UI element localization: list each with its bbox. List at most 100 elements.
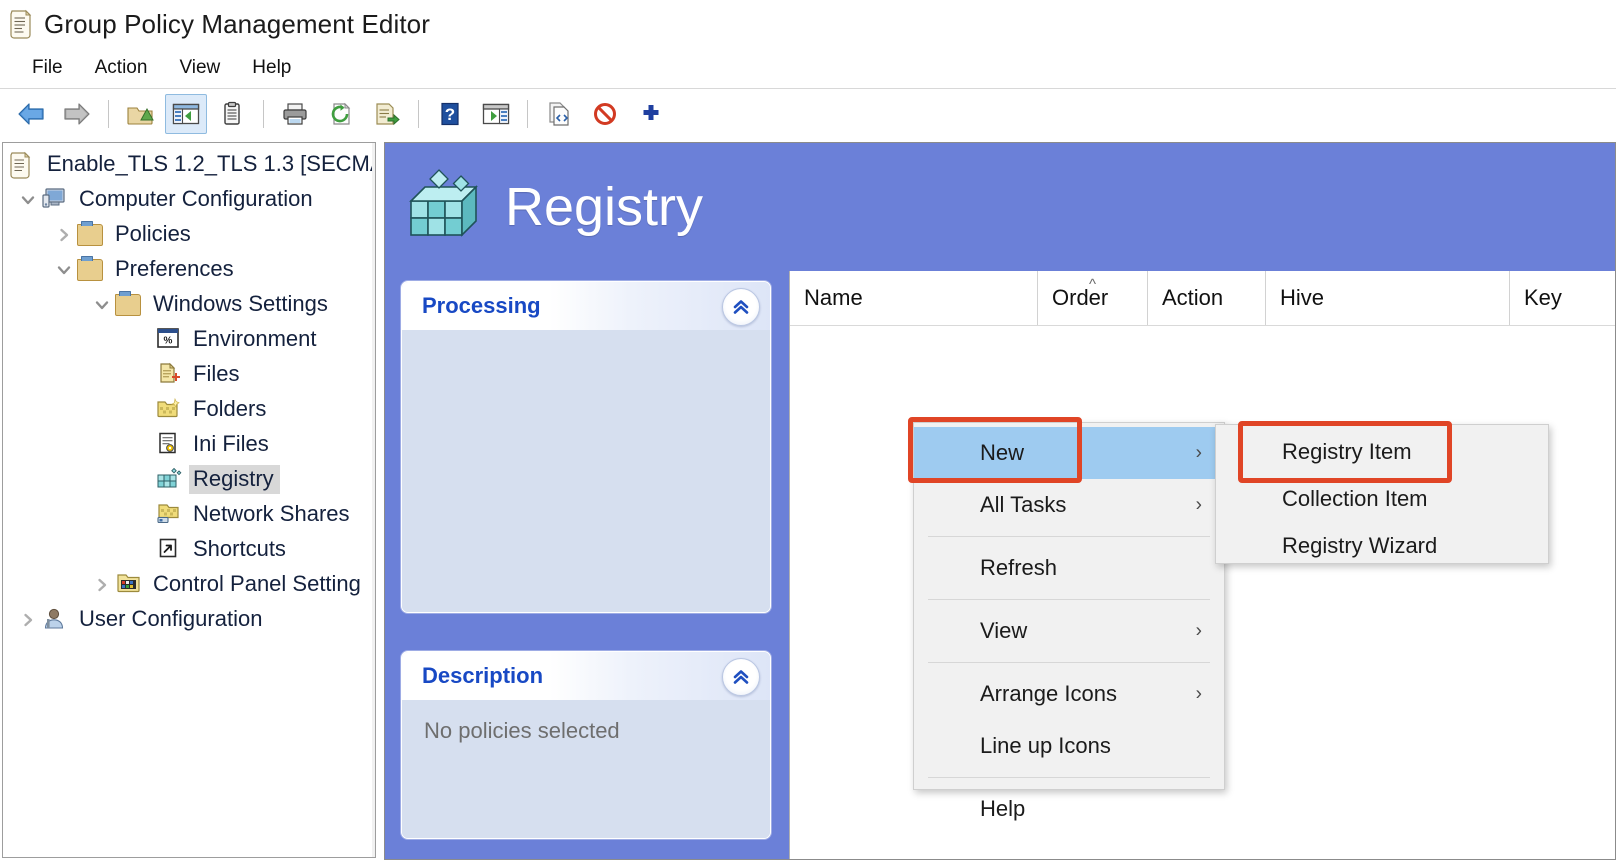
window-title: Group Policy Management Editor [44,8,430,39]
context-menu-item-label: View [980,618,1028,643]
description-panel: Description No policies selected [401,651,771,839]
context-menu-item-new[interactable]: New › [914,427,1224,479]
tree-node-network-shares[interactable]: Network Shares [3,497,375,532]
tree-node-ini-files[interactable]: Ini Files [3,427,375,462]
tree-node-computer-configuration[interactable]: Computer Configuration [3,182,375,217]
folder-icon [77,220,105,249]
add-plus-icon[interactable] [630,94,672,134]
back-arrow-icon[interactable] [10,94,52,134]
tree-node-user-configuration[interactable]: User Configuration [3,602,375,637]
tree-node-label: Network Shares [193,501,350,526]
tree-node-shortcuts[interactable]: Shortcuts [3,532,375,567]
svg-text:?: ? [445,105,455,124]
title-bar: Group Policy Management Editor [0,0,1616,48]
chevron-right-icon[interactable] [89,577,115,593]
toolbar-separator [263,99,264,128]
tree-node-preferences[interactable]: Preferences [3,252,375,287]
tree-node-label: Folders [193,396,267,421]
disable-prohibited-icon[interactable] [584,94,626,134]
column-header-key[interactable]: Key [1510,271,1590,325]
context-menu-item-label: New [980,440,1025,465]
user-icon [41,606,69,634]
context-menu-item-arrange-icons[interactable]: Arrange Icons › [914,668,1224,720]
folder-icon [77,255,105,284]
console-scroll-icon [8,9,34,39]
submenu-item-collection-item[interactable]: Collection Item [1216,475,1548,522]
toolbar-separator [418,99,419,128]
tree-node-root[interactable]: Enable_TLS 1.2_TLS 1.3 [SECMAST [3,147,375,182]
menu-view[interactable]: View [163,54,236,82]
context-menu-item-refresh[interactable]: Refresh [914,542,1224,594]
column-header-hive[interactable]: Hive [1266,271,1510,325]
chevron-right-icon[interactable] [51,227,77,243]
menu-file[interactable]: File [16,54,79,82]
context-menu-separator [928,777,1210,778]
chevron-down-icon[interactable] [89,297,115,313]
context-menu-item-view[interactable]: View › [914,605,1224,657]
tree-node-folders[interactable]: Folders [3,392,375,427]
description-text: No policies selected [424,718,620,743]
description-panel-title: Description [422,663,544,688]
new-submenu[interactable]: Registry Item Collection Item Registry W… [1215,424,1549,564]
tree-node-label: Computer Configuration [79,186,313,211]
network-shares-icon [155,501,183,529]
double-chevron-up-icon[interactable] [722,658,760,696]
menu-bar: File Action View Help [0,48,1616,88]
chevron-right-icon: › [1195,442,1202,464]
context-menu-separator [928,536,1210,537]
banner-title: Registry [505,177,704,237]
column-header-name[interactable]: Name [790,271,1038,325]
show-action-pane-icon[interactable] [475,94,517,134]
tree-node-windows-settings[interactable]: Windows Settings [3,287,375,322]
ini-files-icon [155,431,183,459]
column-header-label: Order [1052,285,1109,310]
chevron-down-icon[interactable] [15,192,41,208]
column-header-action[interactable]: Action [1148,271,1266,325]
tree-node-label: Shortcuts [193,536,286,561]
column-header-order[interactable]: ^ Order [1038,271,1148,325]
export-list-icon[interactable] [366,94,408,134]
tree-node-label: Registry [189,465,280,494]
tree-node-label: Preferences [115,256,234,281]
console-tree-pane[interactable]: Enable_TLS 1.2_TLS 1.3 [SECMAST Comp [2,142,376,858]
tree-node-label: Windows Settings [153,291,328,316]
context-menu-item-help[interactable]: Help [914,783,1224,835]
chevron-right-icon[interactable] [15,612,41,628]
processing-panel: Processing [401,281,771,613]
context-menu-item-all-tasks[interactable]: All Tasks › [914,479,1224,531]
context-menu-item-label: All Tasks [980,492,1067,517]
tree-node-environment[interactable]: % Environment [3,322,375,357]
tree-node-label: Ini Files [193,431,269,456]
submenu-item-registry-item[interactable]: Registry Item [1216,428,1548,475]
properties-clipboard-icon[interactable] [211,94,253,134]
tree-node-label: User Configuration [79,606,263,631]
double-chevron-up-icon[interactable] [722,288,760,326]
chevron-down-icon[interactable] [51,262,77,278]
tree-node-files[interactable]: Files [3,357,375,392]
menu-action[interactable]: Action [79,54,164,82]
tree-node-registry[interactable]: Registry [3,462,375,497]
submenu-item-label: Collection Item [1282,485,1428,511]
context-menu-item-label: Help [980,796,1026,821]
up-folder-icon[interactable] [119,94,161,134]
context-menu-item-line-up-icons[interactable]: Line up Icons [914,720,1224,772]
tree-node-control-panel-settings[interactable]: Control Panel Setting [3,567,375,602]
svg-text:%: % [164,335,173,346]
menu-help[interactable]: Help [236,54,307,82]
context-menu[interactable]: New › All Tasks › Refresh View › Arrange… [913,422,1225,821]
submenu-item-label: Registry Item [1282,438,1412,464]
forward-arrow-icon[interactable] [56,94,98,134]
toolbar-separator [108,99,109,128]
submenu-item-registry-wizard[interactable]: Registry Wizard [1216,522,1548,569]
gpo-scroll-icon [9,151,37,179]
show-hide-console-tree-icon[interactable] [165,93,207,134]
extended-view-panels: Processing Description No policies selec… [401,281,771,859]
copy-page-icon[interactable] [538,94,580,134]
print-icon[interactable] [274,94,316,134]
chevron-right-icon: › [1195,494,1202,516]
help-question-icon[interactable]: ? [429,94,471,134]
files-icon [155,361,183,389]
refresh-icon[interactable] [320,94,362,134]
tree-node-policies[interactable]: Policies [3,217,375,252]
sort-ascending-icon: ^ [1088,276,1097,293]
